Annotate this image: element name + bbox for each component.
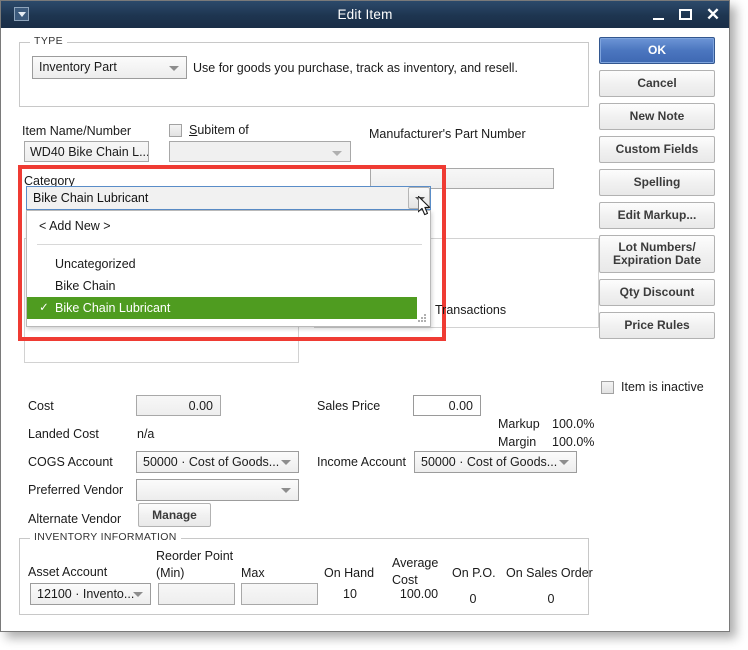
minimize-icon[interactable] — [651, 7, 667, 23]
transactions-label: Transactions — [435, 303, 507, 317]
chevron-down-icon — [281, 488, 291, 493]
chevron-down-icon — [332, 151, 342, 156]
window-controls: ✕ — [651, 1, 721, 28]
asset-account-label: Asset Account — [28, 565, 108, 579]
cogs-account-value: 50000 · Cost of Goods... — [143, 455, 280, 469]
dropdown-item-bike-chain[interactable]: Bike Chain — [27, 275, 430, 297]
close-icon[interactable]: ✕ — [705, 6, 721, 23]
average-cost-value: 100.00 — [399, 587, 439, 601]
dropdown-item-bike-chain-lubricant[interactable]: ✓ Bike Chain Lubricant — [27, 297, 417, 319]
margin-label: Margin — [498, 435, 537, 449]
new-note-button[interactable]: New Note — [599, 103, 715, 130]
subitem-label-rest: ubitem of — [197, 123, 249, 137]
subitem-select[interactable] — [169, 141, 351, 162]
type-legend: TYPE — [30, 35, 68, 47]
chevron-down-icon — [281, 460, 291, 465]
ok-button[interactable]: OK — [599, 37, 715, 64]
category-dropdown-toggle[interactable] — [408, 187, 430, 209]
income-account-value: 50000 · Cost of Goods... — [421, 455, 558, 469]
on-po-label: On P.O. — [452, 566, 496, 580]
asset-account-value: 12100 · Invento... — [37, 587, 135, 601]
mpn-label: Manufacturer's Part Number — [369, 127, 526, 141]
edit-item-window: Edit Item ✕ TYPE Inventory Part Use for … — [0, 0, 730, 632]
on-sales-order-value: 0 — [547, 592, 555, 606]
resize-grip-icon[interactable] — [418, 314, 427, 323]
check-icon: ✓ — [39, 302, 49, 314]
income-account-label: Income Account — [317, 455, 406, 469]
edit-markup-button[interactable]: Edit Markup... — [599, 202, 715, 229]
average-cost-label: Average — [392, 556, 439, 570]
screenshot-root: Edit Item ✕ TYPE Inventory Part Use for … — [0, 0, 748, 650]
category-dropdown-list[interactable]: < Add New > Uncategorized Bike Chain ✓ B… — [26, 210, 431, 327]
subitem-checkbox[interactable] — [169, 124, 182, 137]
dropdown-item-add-new[interactable]: < Add New > — [27, 215, 430, 237]
sales-price-label: Sales Price — [317, 399, 381, 413]
dropdown-item-uncategorized[interactable]: Uncategorized — [27, 253, 430, 275]
window-titlebar: Edit Item ✕ — [1, 1, 729, 28]
on-hand-value: 10 — [343, 587, 357, 601]
item-name-input[interactable]: WD40 Bike Chain L... — [24, 141, 149, 162]
window-title: Edit Item — [337, 7, 393, 22]
average-cost-sublabel: Cost — [392, 573, 418, 587]
type-select-value: Inventory Part — [39, 60, 117, 74]
category-select[interactable]: Bike Chain Lubricant — [26, 186, 431, 210]
cost-input[interactable]: 0.00 — [136, 395, 221, 416]
preferred-vendor-label: Preferred Vendor — [28, 483, 124, 497]
lot-numbers-button[interactable]: Lot Numbers/ Expiration Date — [599, 235, 715, 273]
item-inactive-row: Item is inactive — [601, 380, 704, 394]
reorder-point-input[interactable] — [158, 583, 235, 605]
markup-value: 100.0% — [552, 417, 595, 431]
chevron-down-icon — [559, 460, 569, 465]
type-select[interactable]: Inventory Part — [32, 56, 187, 79]
sales-price-input[interactable]: 0.00 — [413, 395, 481, 416]
maximize-icon[interactable] — [678, 7, 694, 23]
type-description: Use for goods you purchase, track as inv… — [193, 61, 518, 75]
reorder-point-label: Reorder Point — [156, 549, 234, 563]
max-label: Max — [241, 566, 265, 580]
spelling-button[interactable]: Spelling — [599, 169, 715, 196]
item-inactive-checkbox[interactable] — [601, 380, 614, 394]
markup-label: Markup — [498, 417, 540, 431]
landed-cost-value: n/a — [137, 427, 155, 441]
chevron-down-icon — [133, 592, 143, 597]
cogs-account-label: COGS Account — [28, 455, 113, 469]
asset-account-select[interactable]: 12100 · Invento... — [30, 583, 151, 605]
category-select-value: Bike Chain Lubricant — [33, 191, 149, 205]
chevron-down-icon — [169, 65, 179, 71]
preferred-vendor-select[interactable] — [136, 479, 299, 501]
dropdown-divider — [37, 244, 422, 245]
reorder-point-sublabel: (Min) — [156, 566, 185, 580]
max-input[interactable] — [241, 583, 318, 605]
manage-button[interactable]: Manage — [138, 503, 211, 527]
item-name-label: Item Name/Number — [22, 124, 132, 138]
cogs-account-select[interactable]: 50000 · Cost of Goods... — [136, 451, 299, 473]
landed-cost-label: Landed Cost — [28, 427, 99, 441]
dialog-button-column: OK Cancel New Note Custom Fields Spellin… — [599, 37, 715, 345]
alternate-vendor-label: Alternate Vendor — [28, 512, 122, 526]
subitem-label: Subitem of — [189, 123, 249, 137]
cancel-button[interactable]: Cancel — [599, 70, 715, 97]
margin-value: 100.0% — [552, 435, 595, 449]
on-hand-label: On Hand — [324, 566, 375, 580]
on-po-value: 0 — [469, 592, 477, 606]
on-sales-order-label: On Sales Order — [506, 566, 593, 580]
price-rules-button[interactable]: Price Rules — [599, 312, 715, 339]
item-inactive-label: Item is inactive — [621, 380, 704, 394]
income-account-select[interactable]: 50000 · Cost of Goods... — [414, 451, 577, 473]
cost-label: Cost — [28, 399, 54, 413]
dialog-content: TYPE Inventory Part Use for goods you pu… — [1, 28, 729, 631]
inventory-legend: INVENTORY INFORMATION — [30, 531, 181, 543]
dropdown-item-bike-chain-lubricant-label: Bike Chain Lubricant — [55, 301, 171, 315]
qty-discount-button[interactable]: Qty Discount — [599, 279, 715, 306]
custom-fields-button[interactable]: Custom Fields — [599, 136, 715, 163]
